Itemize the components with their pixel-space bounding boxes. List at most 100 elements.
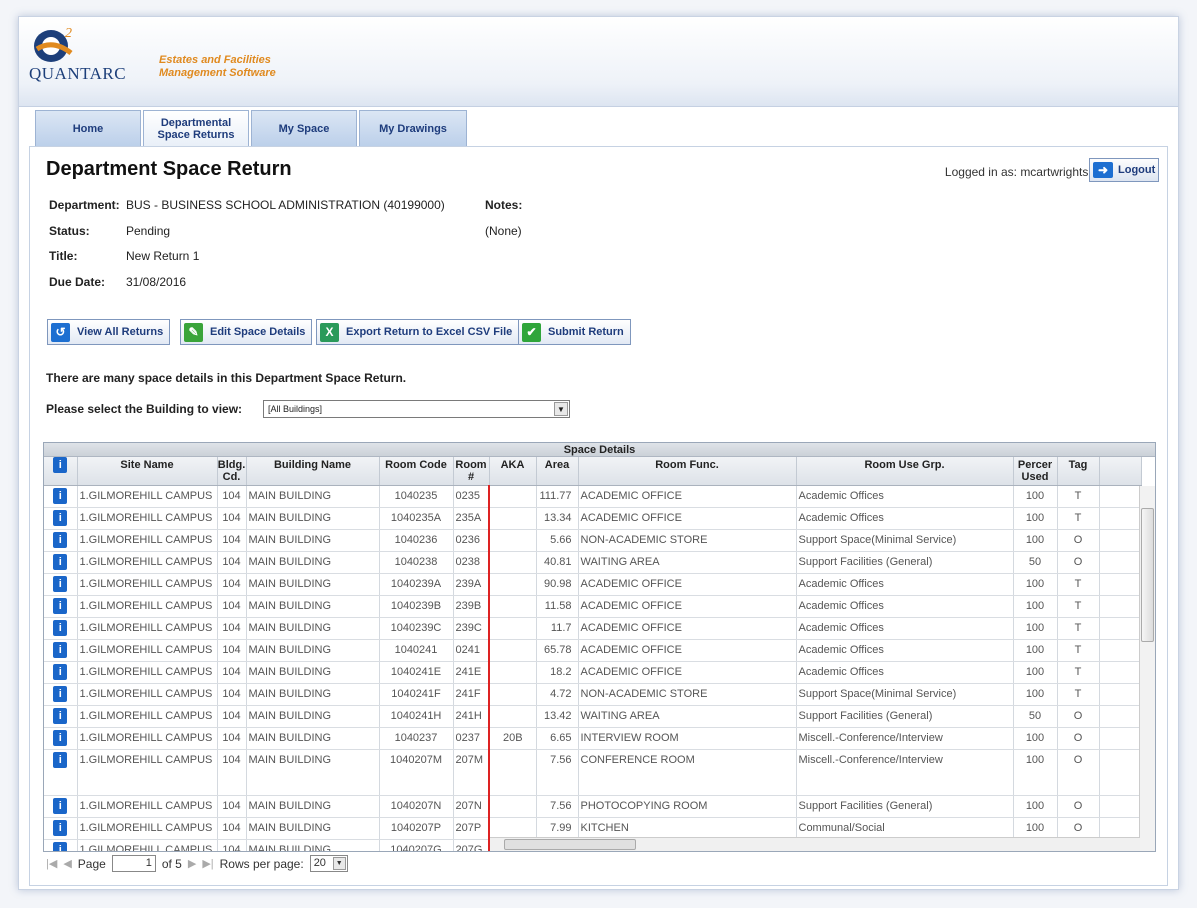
col-room-func[interactable]: Room Func. <box>578 457 797 486</box>
row-info-cell[interactable]: i <box>44 839 78 851</box>
col-bldg-cd[interactable]: Bldg. Cd. <box>217 457 247 486</box>
row-info-cell[interactable]: i <box>44 749 78 796</box>
table-row[interactable]: i 1.GILMOREHILL CAMPUS 104 MAIN BUILDING 104… <box>44 507 1142 530</box>
col-aka[interactable]: AKA <box>489 457 537 486</box>
export-csv-button[interactable]: X Export Return to Excel CSV File <box>316 319 520 345</box>
col-room-number[interactable]: Room # <box>453 457 490 486</box>
table-row[interactable]: i 1.GILMOREHILL CAMPUS 104 MAIN BUILDING 104… <box>44 727 1142 750</box>
table-cell: 104 <box>217 551 247 574</box>
row-info-cell[interactable]: i <box>44 661 78 684</box>
row-info-cell[interactable]: i <box>44 617 78 640</box>
table-cell: 11.58 <box>536 595 579 618</box>
table-cell: MAIN BUILDING <box>246 573 380 596</box>
info-message: There are many space details in this Dep… <box>46 371 407 385</box>
table-cell: 1040241E <box>379 661 454 684</box>
table-cell: O <box>1057 727 1100 750</box>
row-info-cell[interactable]: i <box>44 507 78 530</box>
brand-tagline: Estates and Facilities Management Softwa… <box>159 54 276 80</box>
row-info-icon[interactable]: i <box>53 619 68 636</box>
table-cell: 207P <box>453 817 490 840</box>
table-row[interactable]: i 1.GILMOREHILL CAMPUS 104 MAIN BUILDING 104… <box>44 749 1142 796</box>
table-row[interactable]: i 1.GILMOREHILL CAMPUS 104 MAIN BUILDING 104… <box>44 595 1142 618</box>
prev-page-icon[interactable]: ◀ <box>63 857 71 870</box>
row-info-cell[interactable]: i <box>44 795 78 818</box>
row-info-cell[interactable]: i <box>44 727 78 750</box>
row-info-cell[interactable]: i <box>44 817 78 840</box>
table-cell: 104 <box>217 617 247 640</box>
col-room-use-grp[interactable]: Room Use Grp. <box>796 457 1014 486</box>
table-cell: Academic Offices <box>796 639 1014 662</box>
table-row[interactable]: i 1.GILMOREHILL CAMPUS 104 MAIN BUILDING 104… <box>44 661 1142 684</box>
row-info-icon[interactable]: i <box>53 531 68 548</box>
table-cell: 1.GILMOREHILL CAMPUS <box>77 529 218 552</box>
table-cell <box>488 639 537 662</box>
row-info-icon[interactable]: i <box>53 797 68 814</box>
grid-horizontal-scrollbar[interactable] <box>490 837 1140 851</box>
horizontal-scroll-thumb[interactable] <box>504 839 636 850</box>
tab-my-space[interactable]: My Space <box>251 110 357 146</box>
excel-export-icon: X <box>320 322 339 342</box>
row-info-icon[interactable]: i <box>53 487 68 504</box>
building-select[interactable]: [All Buildings] ▼ <box>263 400 570 418</box>
row-info-cell[interactable]: i <box>44 595 78 618</box>
vertical-scroll-thumb[interactable] <box>1141 508 1154 642</box>
first-page-icon[interactable]: |◀ <box>46 857 57 870</box>
table-cell: 235A <box>453 507 490 530</box>
table-cell: 1.GILMOREHILL CAMPUS <box>77 595 218 618</box>
table-row[interactable]: i 1.GILMOREHILL CAMPUS 104 MAIN BUILDING 104… <box>44 573 1142 596</box>
view-all-returns-button[interactable]: ↺ View All Returns <box>47 319 171 345</box>
tab-departmental-space-returns[interactable]: Departmental Space Returns <box>143 110 249 147</box>
row-info-cell[interactable]: i <box>44 485 78 508</box>
next-page-icon[interactable]: ▶ <box>188 857 196 870</box>
row-info-icon[interactable]: i <box>53 819 68 836</box>
grid-vertical-scrollbar[interactable] <box>1139 486 1155 851</box>
row-info-icon[interactable]: i <box>53 751 68 768</box>
table-row[interactable]: i 1.GILMOREHILL CAMPUS 104 MAIN BUILDING 104… <box>44 485 1142 508</box>
table-row[interactable]: i 1.GILMOREHILL CAMPUS 104 MAIN BUILDING 104… <box>44 551 1142 574</box>
rows-per-page-select[interactable]: 20 ▼ <box>309 855 348 872</box>
row-info-icon[interactable]: i <box>53 685 68 702</box>
table-cell: NON-ACADEMIC STORE <box>578 529 797 552</box>
table-cell: 100 <box>1013 507 1058 530</box>
row-info-icon[interactable]: i <box>53 841 68 851</box>
row-info-cell[interactable]: i <box>44 529 78 552</box>
row-info-icon[interactable]: i <box>53 597 68 614</box>
row-info-cell[interactable]: i <box>44 683 78 706</box>
logout-button[interactable]: ➜ Logout <box>1089 158 1159 182</box>
col-area[interactable]: Area <box>536 457 579 486</box>
row-info-cell[interactable]: i <box>44 551 78 574</box>
last-page-icon[interactable]: ▶| <box>202 857 213 870</box>
table-cell: MAIN BUILDING <box>246 485 380 508</box>
row-info-icon[interactable]: i <box>53 707 68 724</box>
col-site-name[interactable]: Site Name <box>77 457 218 486</box>
row-info-icon[interactable]: i <box>53 509 68 526</box>
table-row[interactable]: i 1.GILMOREHILL CAMPUS 104 MAIN BUILDING 104… <box>44 705 1142 728</box>
row-info-icon[interactable]: i <box>53 575 68 592</box>
table-row[interactable]: i 1.GILMOREHILL CAMPUS 104 MAIN BUILDING 104… <box>44 617 1142 640</box>
table-row[interactable]: i 1.GILMOREHILL CAMPUS 104 MAIN BUILDING 104… <box>44 639 1142 662</box>
edit-space-details-button[interactable]: ✎ Edit Space Details <box>180 319 313 345</box>
row-info-icon[interactable]: i <box>53 729 68 746</box>
row-info-icon[interactable]: i <box>53 553 68 570</box>
tab-home[interactable]: Home <box>35 110 141 146</box>
col-percent-used[interactable]: Percer Used <box>1013 457 1058 486</box>
space-details-table: i Site Name Bldg. Cd. Building Name Room… <box>44 457 1142 851</box>
tab-my-drawings[interactable]: My Drawings <box>359 110 467 146</box>
table-cell: 100 <box>1013 683 1058 706</box>
table-row[interactable]: i 1.GILMOREHILL CAMPUS 104 MAIN BUILDING 104… <box>44 817 1142 840</box>
row-info-cell[interactable]: i <box>44 639 78 662</box>
col-room-code[interactable]: Room Code <box>379 457 454 486</box>
table-cell: Academic Offices <box>796 573 1014 596</box>
col-tag[interactable]: Tag <box>1057 457 1100 486</box>
row-info-cell[interactable]: i <box>44 573 78 596</box>
table-row[interactable]: i 1.GILMOREHILL CAMPUS 104 MAIN BUILDING 104… <box>44 795 1142 818</box>
page-number-input[interactable]: 1 <box>111 855 156 872</box>
row-info-icon[interactable]: i <box>53 663 68 680</box>
row-info-cell[interactable]: i <box>44 705 78 728</box>
table-row[interactable]: i 1.GILMOREHILL CAMPUS 104 MAIN BUILDING 104… <box>44 683 1142 706</box>
table-row[interactable]: i 1.GILMOREHILL CAMPUS 104 MAIN BUILDING 104… <box>44 529 1142 552</box>
table-cell: MAIN BUILDING <box>246 683 380 706</box>
submit-return-button[interactable]: ✔ Submit Return <box>518 319 631 345</box>
col-building-name[interactable]: Building Name <box>246 457 380 486</box>
row-info-icon[interactable]: i <box>53 641 68 658</box>
